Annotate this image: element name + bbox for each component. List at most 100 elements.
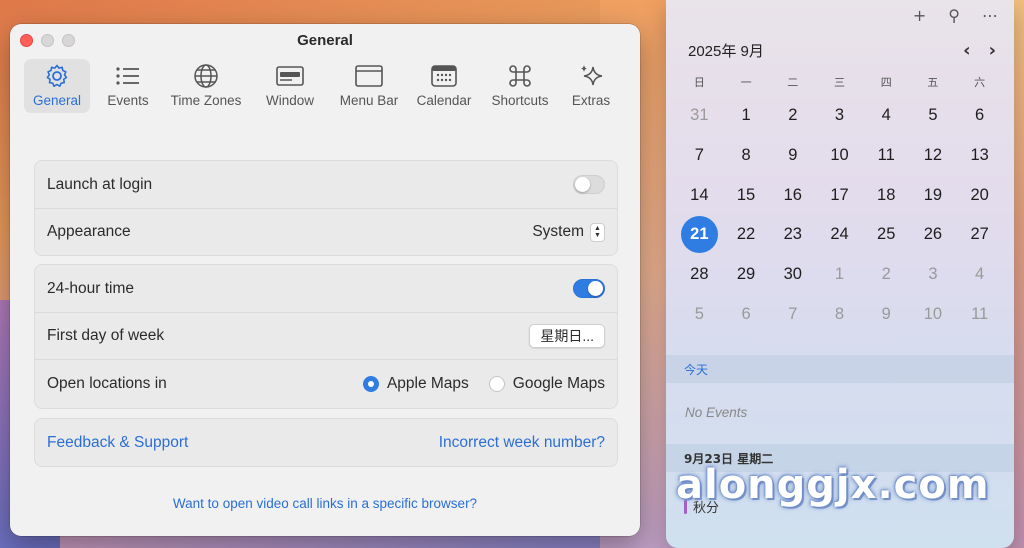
radio-unselected-icon — [488, 376, 505, 392]
first-day-button[interactable]: 星期日... — [529, 324, 605, 348]
google-maps-radio[interactable]: Google Maps — [488, 375, 605, 393]
no-events-text: No Events — [685, 405, 748, 420]
day-number: 10 — [923, 304, 943, 323]
day-number: 2 — [881, 265, 891, 284]
day-number: 13 — [970, 146, 989, 165]
day-cell[interactable]: 13 — [956, 136, 1003, 176]
day-cell[interactable]: 1 — [816, 255, 863, 295]
chevron-left-icon[interactable]: ‹ — [963, 40, 970, 61]
day-cell[interactable]: 22 — [723, 215, 770, 255]
day-cell[interactable]: 9 — [769, 136, 816, 176]
settings-window: General General Events Time Zones Window… — [10, 24, 640, 536]
day-cell[interactable]: 17 — [816, 175, 863, 215]
appearance-select[interactable]: System ▲ ▼ — [532, 222, 605, 242]
day-cell[interactable]: 30 — [769, 255, 816, 295]
time-settings-group: 24-hour time First day of week 星期日... Op… — [34, 264, 618, 409]
day-number: 10 — [830, 146, 849, 165]
month-grid: 31 1 2 3 4 5 6 7 8 9 10 11 12 13 14 15 16 17 18 19 20 21 22 23 2… — [676, 96, 1003, 334]
weekday-label: 四 — [880, 76, 892, 89]
plus-icon[interactable]: + — [913, 6, 926, 25]
day-cell[interactable]: 8 — [723, 136, 770, 176]
gear-icon — [46, 64, 68, 87]
tab-shortcuts[interactable]: Shortcuts — [484, 59, 556, 113]
day-cell[interactable]: 11 — [956, 294, 1003, 334]
day-cell[interactable]: 3 — [816, 96, 863, 136]
day-cell[interactable]: 3 — [910, 255, 957, 295]
incorrect-week-number-link[interactable]: Incorrect week number? — [439, 434, 605, 452]
day-cell[interactable]: 4 — [956, 255, 1003, 295]
day-cell[interactable]: 9 — [863, 294, 910, 334]
day-cell[interactable]: 15 — [723, 175, 770, 215]
video-call-browser-link[interactable]: Want to open video call links in a speci… — [10, 496, 640, 511]
watermark: alonggjx.com — [676, 462, 990, 508]
google-maps-label: Google Maps — [512, 375, 605, 392]
day-cell[interactable]: 28 — [676, 255, 723, 295]
tab-calendar[interactable]: Calendar — [410, 59, 478, 113]
day-number: 9 — [881, 304, 891, 323]
day-cell[interactable]: 10 — [816, 136, 863, 176]
day-cell[interactable]: 16 — [769, 175, 816, 215]
apple-maps-radio[interactable]: Apple Maps — [362, 375, 469, 393]
day-cell[interactable]: 23 — [769, 215, 816, 255]
day-cell[interactable]: 6 — [956, 96, 1003, 136]
day-number: 26 — [923, 225, 943, 244]
day-cell[interactable]: 10 — [910, 294, 957, 334]
day-cell-selected[interactable]: 21 — [676, 215, 723, 255]
day-number: 8 — [741, 146, 751, 165]
tab-window[interactable]: Window — [252, 59, 328, 113]
day-number: 24 — [830, 225, 849, 244]
day-number: 22 — [736, 225, 756, 244]
day-cell[interactable]: 26 — [910, 215, 957, 255]
feedback-support-link[interactable]: Feedback & Support — [47, 434, 188, 452]
launch-at-login-toggle[interactable] — [573, 175, 605, 194]
more-icon[interactable]: ⋯ — [982, 6, 998, 25]
day-cell[interactable]: 8 — [816, 294, 863, 334]
day-number: 11 — [877, 146, 895, 165]
day-cell[interactable]: 5 — [676, 294, 723, 334]
day-cell[interactable]: 11 — [863, 136, 910, 176]
day-number: 16 — [783, 185, 802, 204]
day-cell[interactable]: 4 — [863, 96, 910, 136]
day-number: 4 — [975, 265, 985, 284]
day-cell[interactable]: 6 — [723, 294, 770, 334]
day-cell[interactable]: 25 — [863, 215, 910, 255]
day-number: 31 — [690, 106, 709, 125]
globe-icon — [194, 64, 218, 88]
first-day-label: First day of week — [47, 327, 165, 344]
command-icon — [509, 65, 531, 87]
day-cell[interactable]: 2 — [863, 255, 910, 295]
day-number: 17 — [830, 185, 849, 204]
day-number: 6 — [741, 304, 751, 323]
day-number: 25 — [877, 225, 896, 244]
day-cell[interactable]: 5 — [910, 96, 957, 136]
day-cell[interactable]: 24 — [816, 215, 863, 255]
day-number: 7 — [788, 304, 798, 323]
day-cell[interactable]: 27 — [956, 215, 1003, 255]
day-cell[interactable]: 29 — [723, 255, 770, 295]
day-cell[interactable]: 31 — [676, 96, 723, 136]
tab-general[interactable]: General — [24, 59, 90, 113]
pin-icon[interactable]: ⚲ — [948, 6, 960, 25]
day-cell[interactable]: 7 — [769, 294, 816, 334]
apple-maps-label: Apple Maps — [386, 375, 469, 392]
day-cell[interactable]: 1 — [723, 96, 770, 136]
weekday-label: 五 — [927, 76, 939, 89]
weekday-label: 六 — [974, 76, 986, 89]
day-cell[interactable]: 7 — [676, 136, 723, 176]
appearance-row: Appearance System ▲ ▼ — [35, 208, 617, 255]
day-cell[interactable]: 14 — [676, 175, 723, 215]
day-cell[interactable]: 18 — [863, 175, 910, 215]
day-cell[interactable]: 2 — [769, 96, 816, 136]
day-cell[interactable]: 12 — [910, 136, 957, 176]
tab-menu-bar[interactable]: Menu Bar — [334, 59, 404, 113]
calendar-toolbar: + ⚲ ⋯ — [913, 6, 998, 25]
tab-time-zones[interactable]: Time Zones — [166, 59, 246, 113]
chevron-right-icon[interactable]: › — [989, 40, 996, 61]
day-cell[interactable]: 20 — [956, 175, 1003, 215]
tab-events[interactable]: Events — [96, 59, 160, 113]
tab-extras[interactable]: Extras — [562, 59, 620, 113]
day-cell[interactable]: 19 — [910, 175, 957, 215]
today-section-header: 今天 — [666, 355, 1014, 383]
toggle-knob — [575, 177, 590, 192]
hour24-toggle[interactable] — [573, 279, 605, 298]
